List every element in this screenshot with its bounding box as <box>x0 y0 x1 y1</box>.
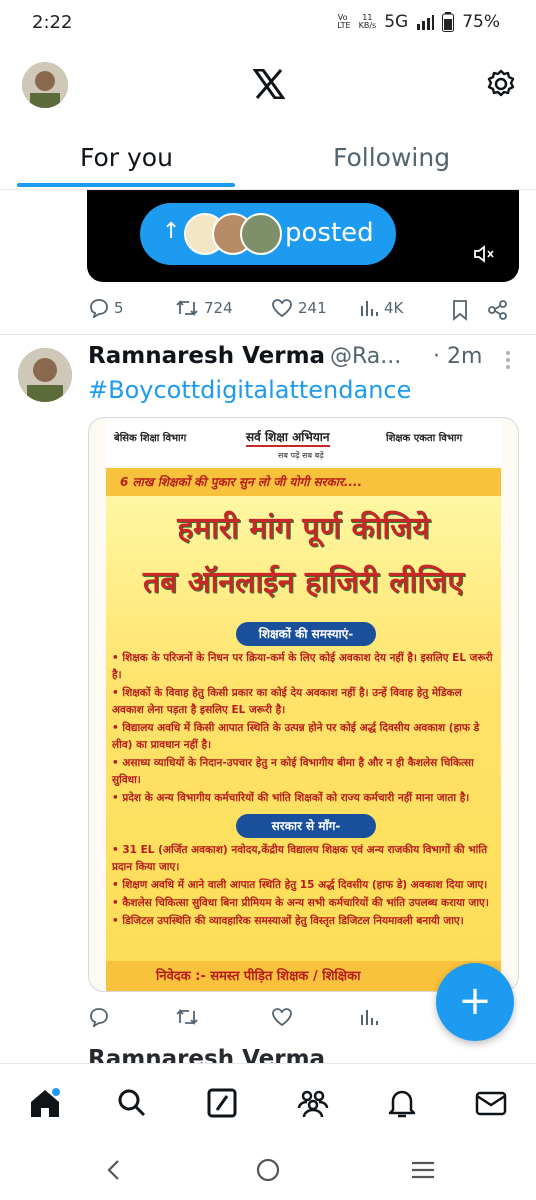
profile-avatar[interactable] <box>22 62 68 108</box>
poster-top-left: बेसिक शिक्षा विभाग <box>114 433 187 444</box>
status-time: 2:22 <box>32 12 73 33</box>
poster-section-demands: सरकार से माँग- <box>236 814 376 838</box>
notifications-bell-icon[interactable] <box>385 1086 419 1120</box>
demand-item: • कैशलेस चिकित्सा सुविधा बिना प्रीमियम क… <box>112 897 489 909</box>
demand-item: • 31 EL (अर्जित अवकाश) नवोदय,केंद्रीय वि… <box>112 844 488 873</box>
home-icon[interactable] <box>28 1086 62 1120</box>
volte-indicator: Vo LTE <box>337 13 351 30</box>
poster-header: बेसिक शिक्षा विभाग सर्व शिक्षा अभियान सब… <box>106 418 501 466</box>
author-photo <box>18 348 72 402</box>
status-bar: 2:22 Vo LTE 11 KB/s 5G 75% <box>0 0 536 46</box>
tweet-author-avatar[interactable] <box>18 348 72 402</box>
reply-icon[interactable] <box>89 1007 109 1027</box>
x-logo-icon[interactable] <box>253 69 285 99</box>
network-type: 5G <box>384 12 409 32</box>
tab-for-you[interactable]: For you <box>80 143 173 172</box>
more-options-icon[interactable] <box>504 349 512 371</box>
arrow-up-icon: ↑ <box>162 219 181 244</box>
problem-item: • प्रदेश के अन्य विभागीय कर्मचारियों की … <box>112 792 470 804</box>
grok-icon[interactable] <box>205 1086 239 1120</box>
tweet-actions-top: 5 724 241 4K <box>87 290 519 330</box>
demand-item: • डिजिटल उपस्थिति की व्यावहारिक समस्याओं… <box>112 915 464 927</box>
settings-gear-icon[interactable] <box>485 68 517 100</box>
status-icons: Vo LTE 11 KB/s 5G 75% <box>337 12 500 32</box>
poster-banner-text: 6 लाख शिक्षकों की पुकार सुन लो जी योगी स… <box>120 475 363 489</box>
mute-icon[interactable] <box>473 244 495 264</box>
poster-demands-list: • 31 EL (अर्जित अवकाश) नवोदय,केंद्रीय वि… <box>112 842 497 931</box>
repost-icon[interactable] <box>175 1007 199 1027</box>
tweet-timestamp: · 2m <box>433 344 483 369</box>
reply-count: 5 <box>114 299 124 317</box>
poster-problems-list: • शिक्षक के परिजनों के निधन पर क्रिया-कर… <box>112 650 497 808</box>
search-icon[interactable] <box>115 1086 149 1120</box>
reply-icon <box>90 299 108 318</box>
messages-mail-icon[interactable] <box>474 1086 508 1120</box>
bookmark-icon[interactable] <box>451 299 469 321</box>
tweet-author-handle[interactable]: @Ra... <box>330 344 401 369</box>
mini-avatar-3 <box>240 213 282 255</box>
poster-top-center-sub: सब पढ़ें सब बढ़ें <box>278 451 324 460</box>
poster-banner: 6 लाख शिक्षकों की पुकार सुन लो जी योगी स… <box>106 468 501 496</box>
problem-item: • असाध्य व्याधियों के निदान-उपचार हेतु न… <box>112 757 474 786</box>
views-icon <box>361 301 378 316</box>
poster-headline-1: हमारी मांग पूर्ण कीजिये <box>177 511 430 546</box>
tweet-hashtag-link[interactable]: #Boycottdigitalattendance <box>88 376 411 404</box>
net-speed: 11 KB/s <box>358 13 377 30</box>
poster-section-problems: शिक्षकों की समस्याएं- <box>236 622 376 646</box>
views-icon[interactable] <box>359 1007 379 1027</box>
timeline-tabs: For you Following <box>0 126 536 190</box>
poster-top-center: सर्व शिक्षा अभियान <box>246 428 330 447</box>
repost-button[interactable]: 724 <box>175 298 233 318</box>
poster-headline-2: तब ऑनलाईन हाजिरी लीजिए <box>143 565 464 600</box>
poster-body: हमारी मांग पूर्ण कीजिये तब ऑनलाईन हाजिरी… <box>106 496 501 991</box>
posted-label: posted <box>285 218 374 248</box>
tweet-author-name[interactable]: Ramnaresh Verma <box>88 343 325 369</box>
compose-fab-button[interactable]: + <box>436 963 514 1041</box>
top-app-bar <box>0 46 536 126</box>
reply-button[interactable]: 5 <box>89 298 124 318</box>
battery-icon <box>442 12 455 32</box>
active-tab-indicator <box>17 183 235 187</box>
heart-icon <box>272 299 292 318</box>
problem-item: • विद्यालय अवधि में किसी आपात स्थिति के … <box>112 722 480 751</box>
problem-item: • शिक्षकों के विवाह हेतु किसी प्रकार का … <box>112 687 462 716</box>
tab-following[interactable]: Following <box>333 143 450 172</box>
repost-icon <box>176 299 198 317</box>
recents-menu-icon[interactable] <box>410 1160 436 1180</box>
views-count: 4K <box>384 299 404 317</box>
back-chevron-icon[interactable] <box>104 1159 124 1181</box>
demand-item: • शिक्षण अवधि में आने वाली आपात स्थिति ह… <box>112 879 488 891</box>
profile-photo <box>22 62 68 108</box>
share-icon[interactable] <box>487 299 509 321</box>
posted-pill-button[interactable]: ↑ posted <box>140 203 396 265</box>
signal-icon <box>417 15 435 30</box>
like-count: 241 <box>298 299 327 317</box>
battery-level: 75% <box>462 12 500 32</box>
poster-top-right: शिक्षक एकता विभाग <box>386 433 463 444</box>
tweet-media-image[interactable]: बेसिक शिक्षा विभाग सर्व शिक्षा अभियान सब… <box>88 417 519 992</box>
repost-count: 724 <box>204 299 233 317</box>
bottom-navigation <box>0 1063 536 1141</box>
like-button[interactable]: 241 <box>271 298 327 318</box>
system-navigation-bar <box>0 1141 536 1200</box>
tweet-divider <box>0 334 536 335</box>
communities-icon[interactable] <box>296 1086 330 1120</box>
home-circle-icon[interactable] <box>256 1158 280 1182</box>
problem-item: • शिक्षक के परिजनों के निधन पर क्रिया-कर… <box>112 652 493 681</box>
heart-icon[interactable] <box>271 1007 293 1027</box>
views-button[interactable]: 4K <box>359 298 403 318</box>
